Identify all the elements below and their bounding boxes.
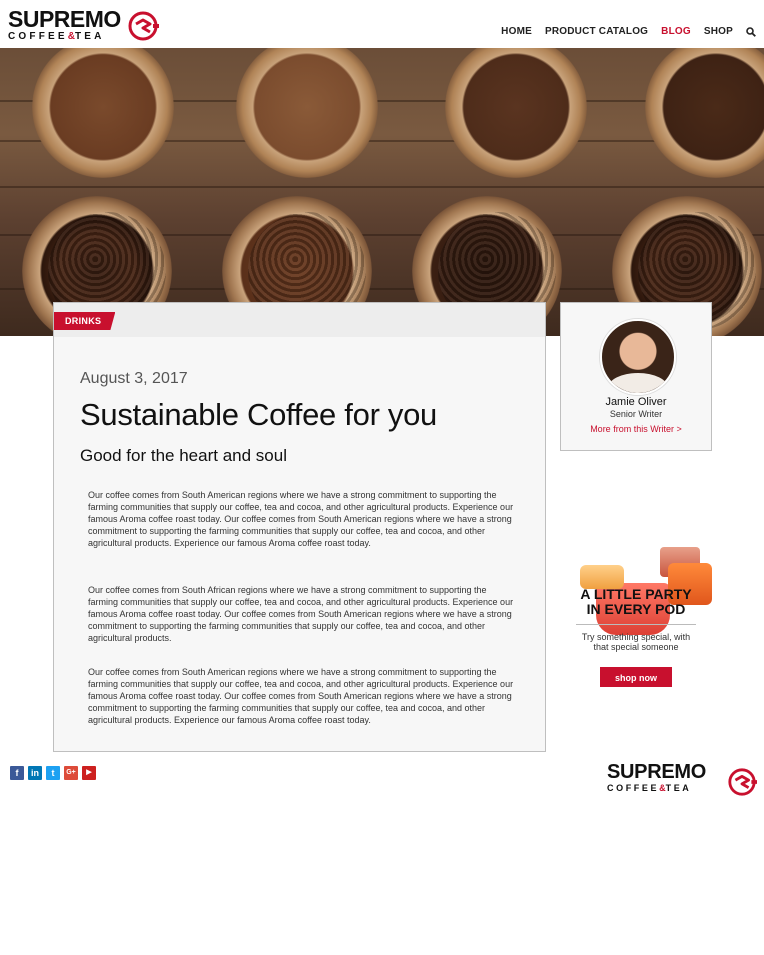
brand-tagline: COFFEE&TEA <box>8 31 105 42</box>
search-icon[interactable] <box>746 26 756 37</box>
social-links: f in t G+ ▶ <box>10 766 96 780</box>
article-paragraph: Our coffee comes from South African regi… <box>88 585 514 643</box>
nav-home[interactable]: HOME <box>501 26 532 37</box>
divider <box>576 624 696 625</box>
nav-blog[interactable]: BLOG <box>661 26 691 37</box>
nav-shop[interactable]: SHOP <box>704 26 733 37</box>
author-role: Senior Writer <box>609 409 663 419</box>
linkedin-icon[interactable]: in <box>28 766 42 780</box>
more-from-writer-link[interactable]: More from this Writer > <box>561 424 711 434</box>
youtube-icon[interactable]: ▶ <box>82 766 96 780</box>
article-date: August 3, 2017 <box>80 370 188 387</box>
main-nav: HOME PRODUCT CATALOG BLOG SHOP <box>501 26 756 37</box>
ad-body: Try something special, with that special… <box>581 632 691 652</box>
article-subtitle: Good for the heart and soul <box>80 446 287 465</box>
shop-now-button[interactable]: shop now <box>600 667 672 687</box>
article-card: DRINKS August 3, 2017 Sustainable Coffee… <box>53 302 546 752</box>
brand-logo[interactable]: SUPREMO COFFEE&TEA <box>8 6 121 43</box>
author-name: Jamie Oliver <box>605 396 667 408</box>
author-card: Jamie Oliver Senior Writer More from thi… <box>560 302 712 451</box>
twitter-icon[interactable]: t <box>46 766 60 780</box>
footer-logo[interactable]: SUPREMO COFFEE&TEA <box>607 761 707 793</box>
site-header: SUPREMO COFFEE&TEA HOME PRODUCT CATALOG … <box>0 0 764 48</box>
hero-coffee-image <box>0 48 764 336</box>
ad-headline: A LITTLE PARTY IN EVERY POD <box>580 586 692 617</box>
brand-mark-icon <box>128 11 159 41</box>
category-tag[interactable]: DRINKS <box>54 312 116 330</box>
avatar <box>600 319 676 395</box>
article-paragraph: Our coffee comes from South American reg… <box>88 667 514 725</box>
brand-name: SUPREMO <box>8 6 121 32</box>
footer-brand-mark-icon <box>728 768 757 796</box>
article-paragraph: Our coffee comes from South American reg… <box>88 490 514 548</box>
nav-product-catalog[interactable]: PRODUCT CATALOG <box>545 26 648 37</box>
footer-brand-tagline: COFFEE&TEA <box>607 783 692 793</box>
promo-ad: A LITTLE PARTY IN EVERY POD Try somethin… <box>560 545 712 695</box>
google-plus-icon[interactable]: G+ <box>64 766 78 780</box>
article-title: Sustainable Coffee for you <box>80 397 437 432</box>
footer-brand-name: SUPREMO <box>607 761 707 783</box>
facebook-icon[interactable]: f <box>10 766 24 780</box>
